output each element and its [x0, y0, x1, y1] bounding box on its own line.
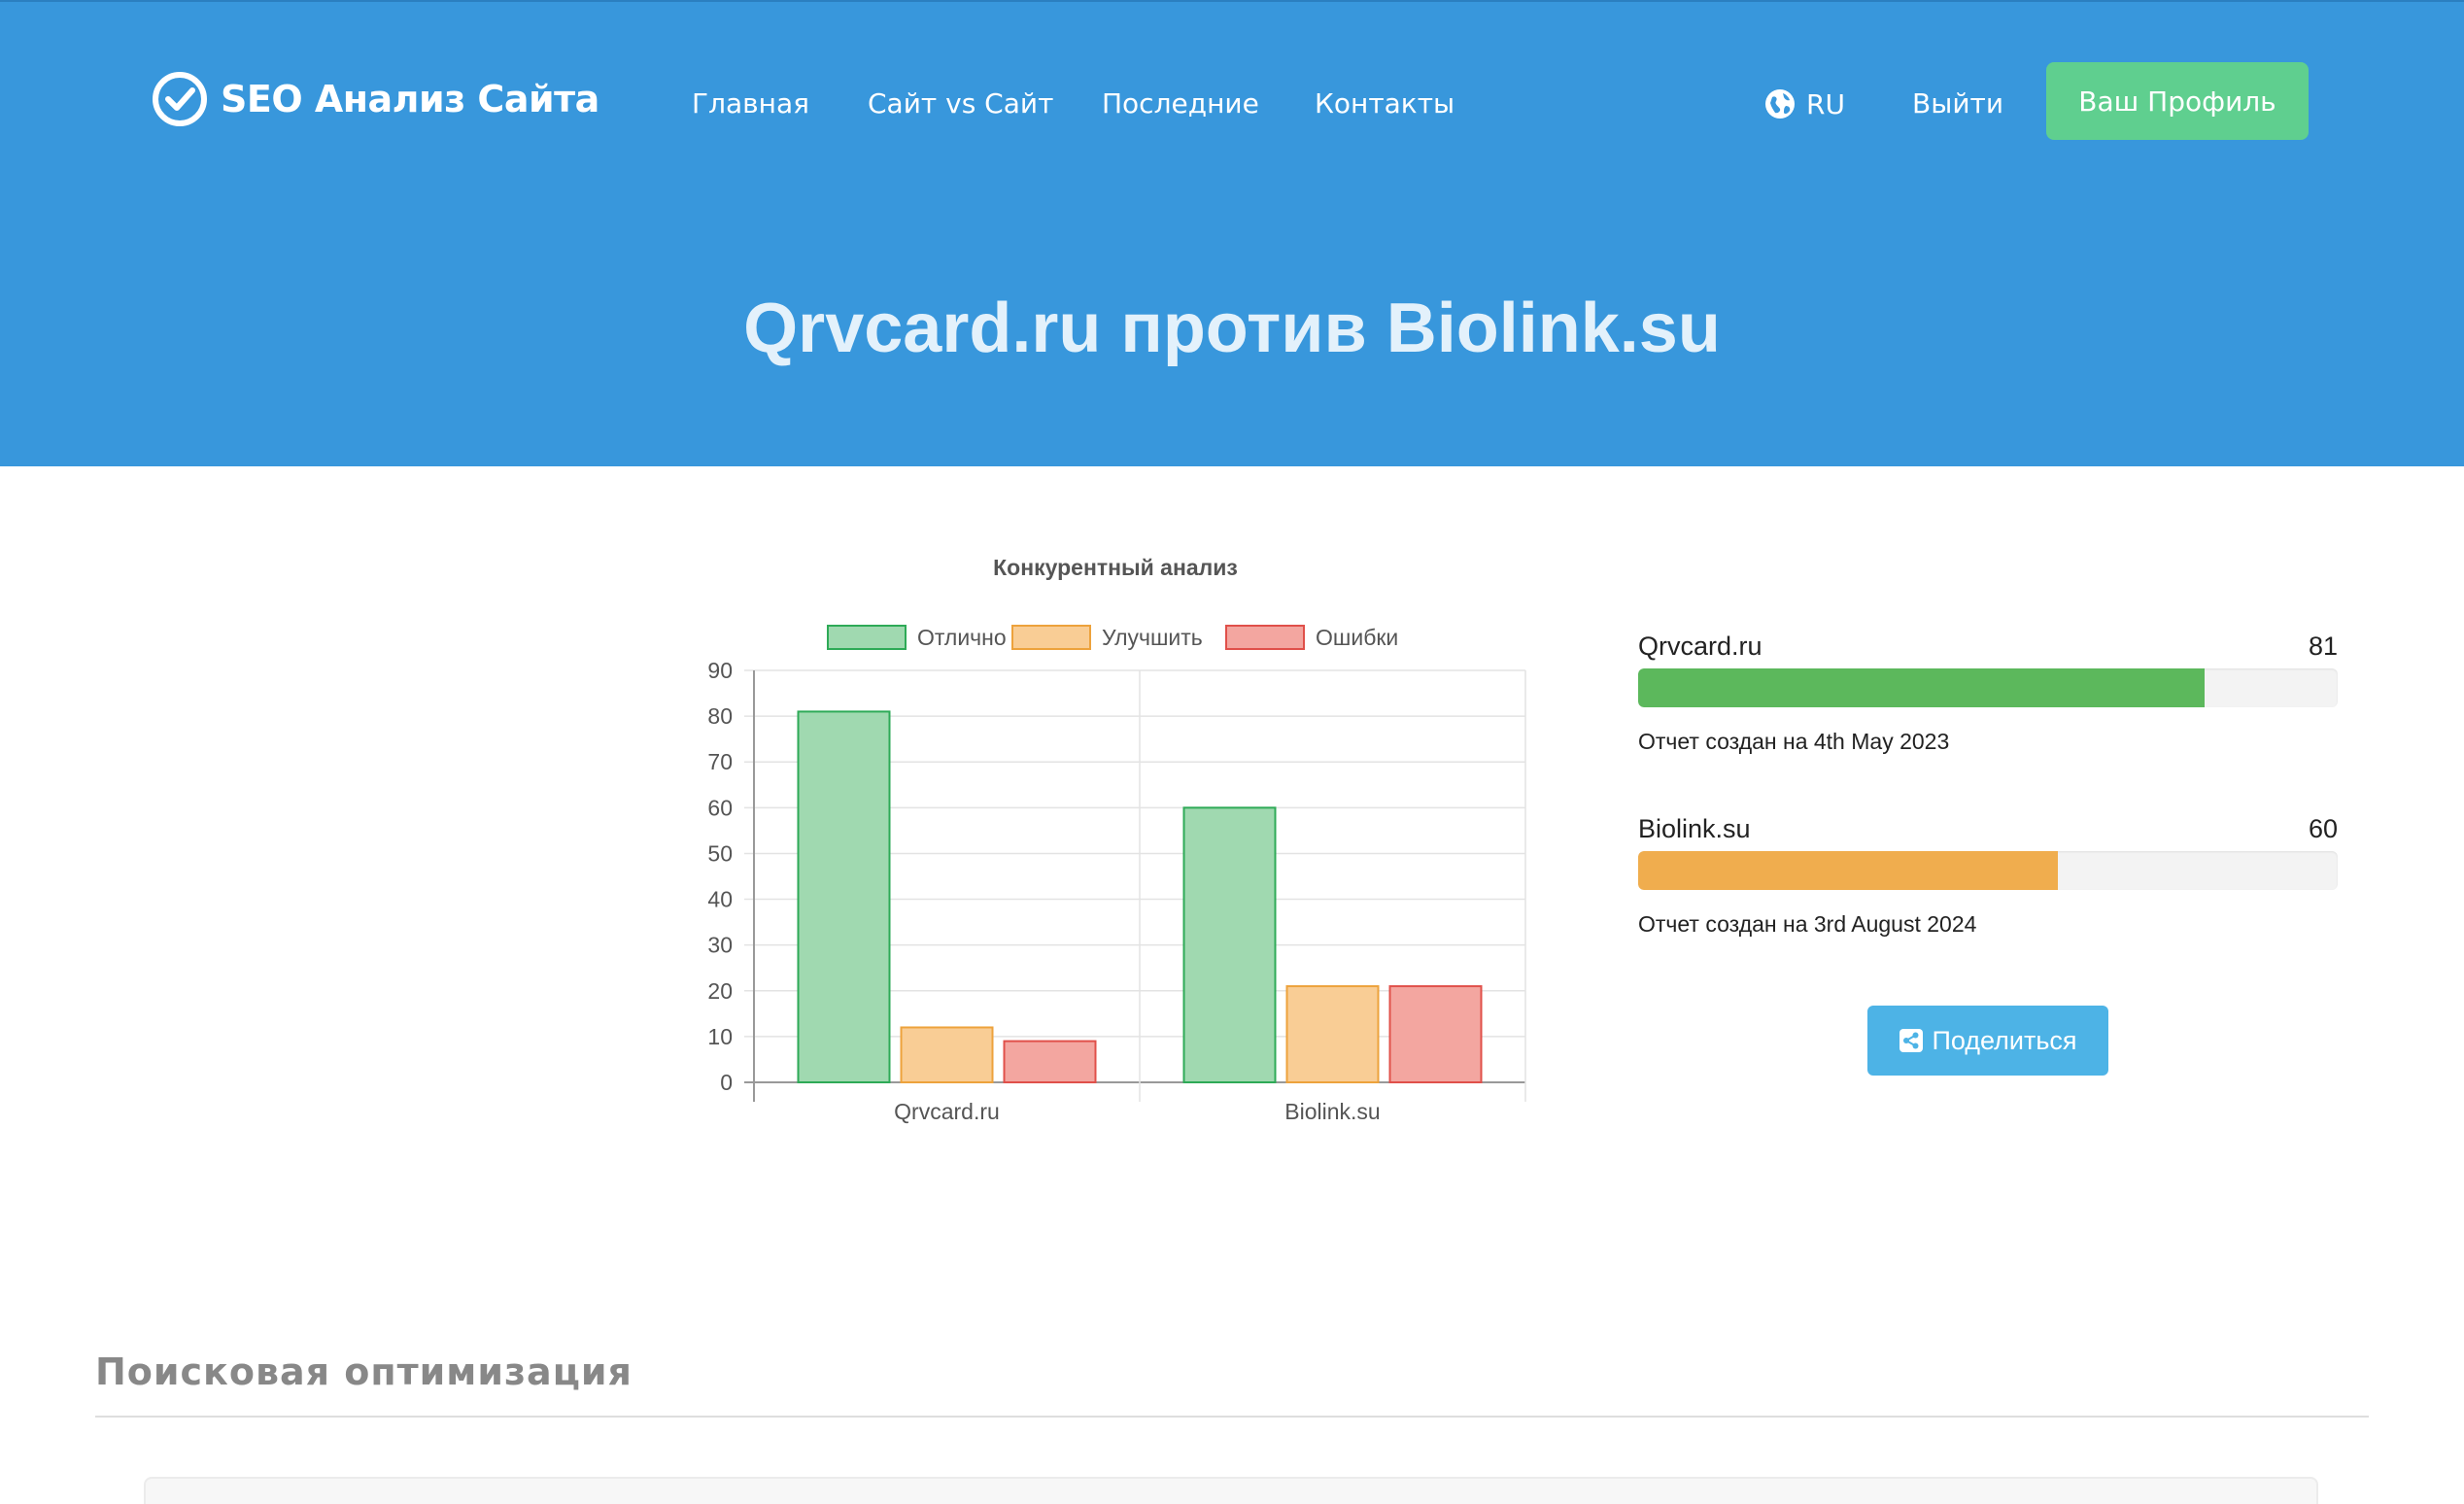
report-date: Отчет создан на 3rd August 2024 — [1638, 911, 1977, 937]
nav-contacts[interactable]: Контакты — [1315, 87, 1454, 120]
legend-swatch — [1225, 625, 1305, 650]
legend-label: Ошибки — [1316, 625, 1398, 650]
site-name: Qrvcard.ru — [1638, 632, 1762, 661]
score-progress-bar — [1638, 668, 2338, 707]
score-panel: Qrvcard.ru 81 Отчет создан на 4th May 20… — [1638, 622, 2338, 987]
site-score: 60 — [2308, 814, 2338, 843]
x-tick-label: Biolink.su — [1284, 1099, 1380, 1124]
bar — [1285, 985, 1380, 1084]
y-tick-label: 20 — [707, 978, 733, 1004]
bar — [1182, 806, 1277, 1083]
report-date: Отчет создан на 4th May 2023 — [1638, 729, 1950, 754]
language-label: RU — [1806, 87, 1845, 120]
nav-recent[interactable]: Последние — [1102, 87, 1259, 120]
legend-swatch — [827, 625, 907, 650]
nav-home[interactable]: Главная — [692, 87, 809, 120]
header-banner: SEO Анализ Сайта Главная Сайт vs Сайт По… — [0, 0, 2464, 466]
y-tick-label: 70 — [707, 749, 733, 774]
competitive-analysis-chart: Конкурентный анализ Отлично Улучшить Ошибки… — [707, 555, 1526, 1124]
logout-link[interactable]: Выйти — [1912, 87, 2003, 120]
score-row-qrvcard: Qrvcard.ru 81 Отчет создан на 4th May 20… — [1638, 622, 2338, 804]
legend-swatch — [1011, 625, 1091, 650]
y-tick-label: 40 — [707, 887, 733, 912]
page-title: Qrvcard.ru против Biolink.su — [743, 290, 1721, 367]
score-progress-fill — [1638, 851, 2058, 890]
legend-label: Отлично — [917, 625, 1007, 650]
site-score: 81 — [2308, 632, 2338, 661]
bar — [1003, 1040, 1097, 1084]
chart-title: Конкурентный анализ — [993, 555, 1238, 580]
y-tick-label: 60 — [707, 795, 733, 820]
y-tick-label: 0 — [720, 1070, 733, 1095]
section-panel — [144, 1477, 2318, 1504]
y-tick-label: 30 — [707, 933, 733, 958]
bar — [1388, 985, 1483, 1084]
bar — [797, 710, 891, 1083]
share-icon — [1899, 1029, 1924, 1052]
bar — [900, 1026, 994, 1084]
profile-button[interactable]: Ваш Профиль — [2046, 62, 2309, 140]
legend-label: Улучшить — [1102, 625, 1203, 650]
nav-site-vs-site[interactable]: Сайт vs Сайт — [868, 87, 1053, 120]
section-title: Поисковая оптимизация — [95, 1350, 633, 1393]
section-divider — [95, 1416, 2369, 1418]
y-tick-label: 80 — [707, 703, 733, 729]
language-selector[interactable]: RU — [1763, 87, 1845, 120]
x-tick-label: Qrvcard.ru — [894, 1099, 1000, 1124]
y-tick-label: 90 — [707, 658, 733, 683]
share-button[interactable]: Поделиться — [1867, 1006, 2108, 1076]
globe-icon — [1765, 89, 1795, 119]
score-progress-fill — [1638, 668, 2206, 707]
share-button-label: Поделиться — [1932, 1025, 2077, 1055]
y-tick-label: 50 — [707, 840, 733, 866]
y-tick-label: 10 — [707, 1024, 733, 1049]
score-row-biolink: Biolink.su 60 Отчет создан на 3rd August… — [1638, 804, 2338, 987]
site-name: Biolink.su — [1638, 814, 1751, 843]
score-progress-bar — [1638, 851, 2338, 890]
